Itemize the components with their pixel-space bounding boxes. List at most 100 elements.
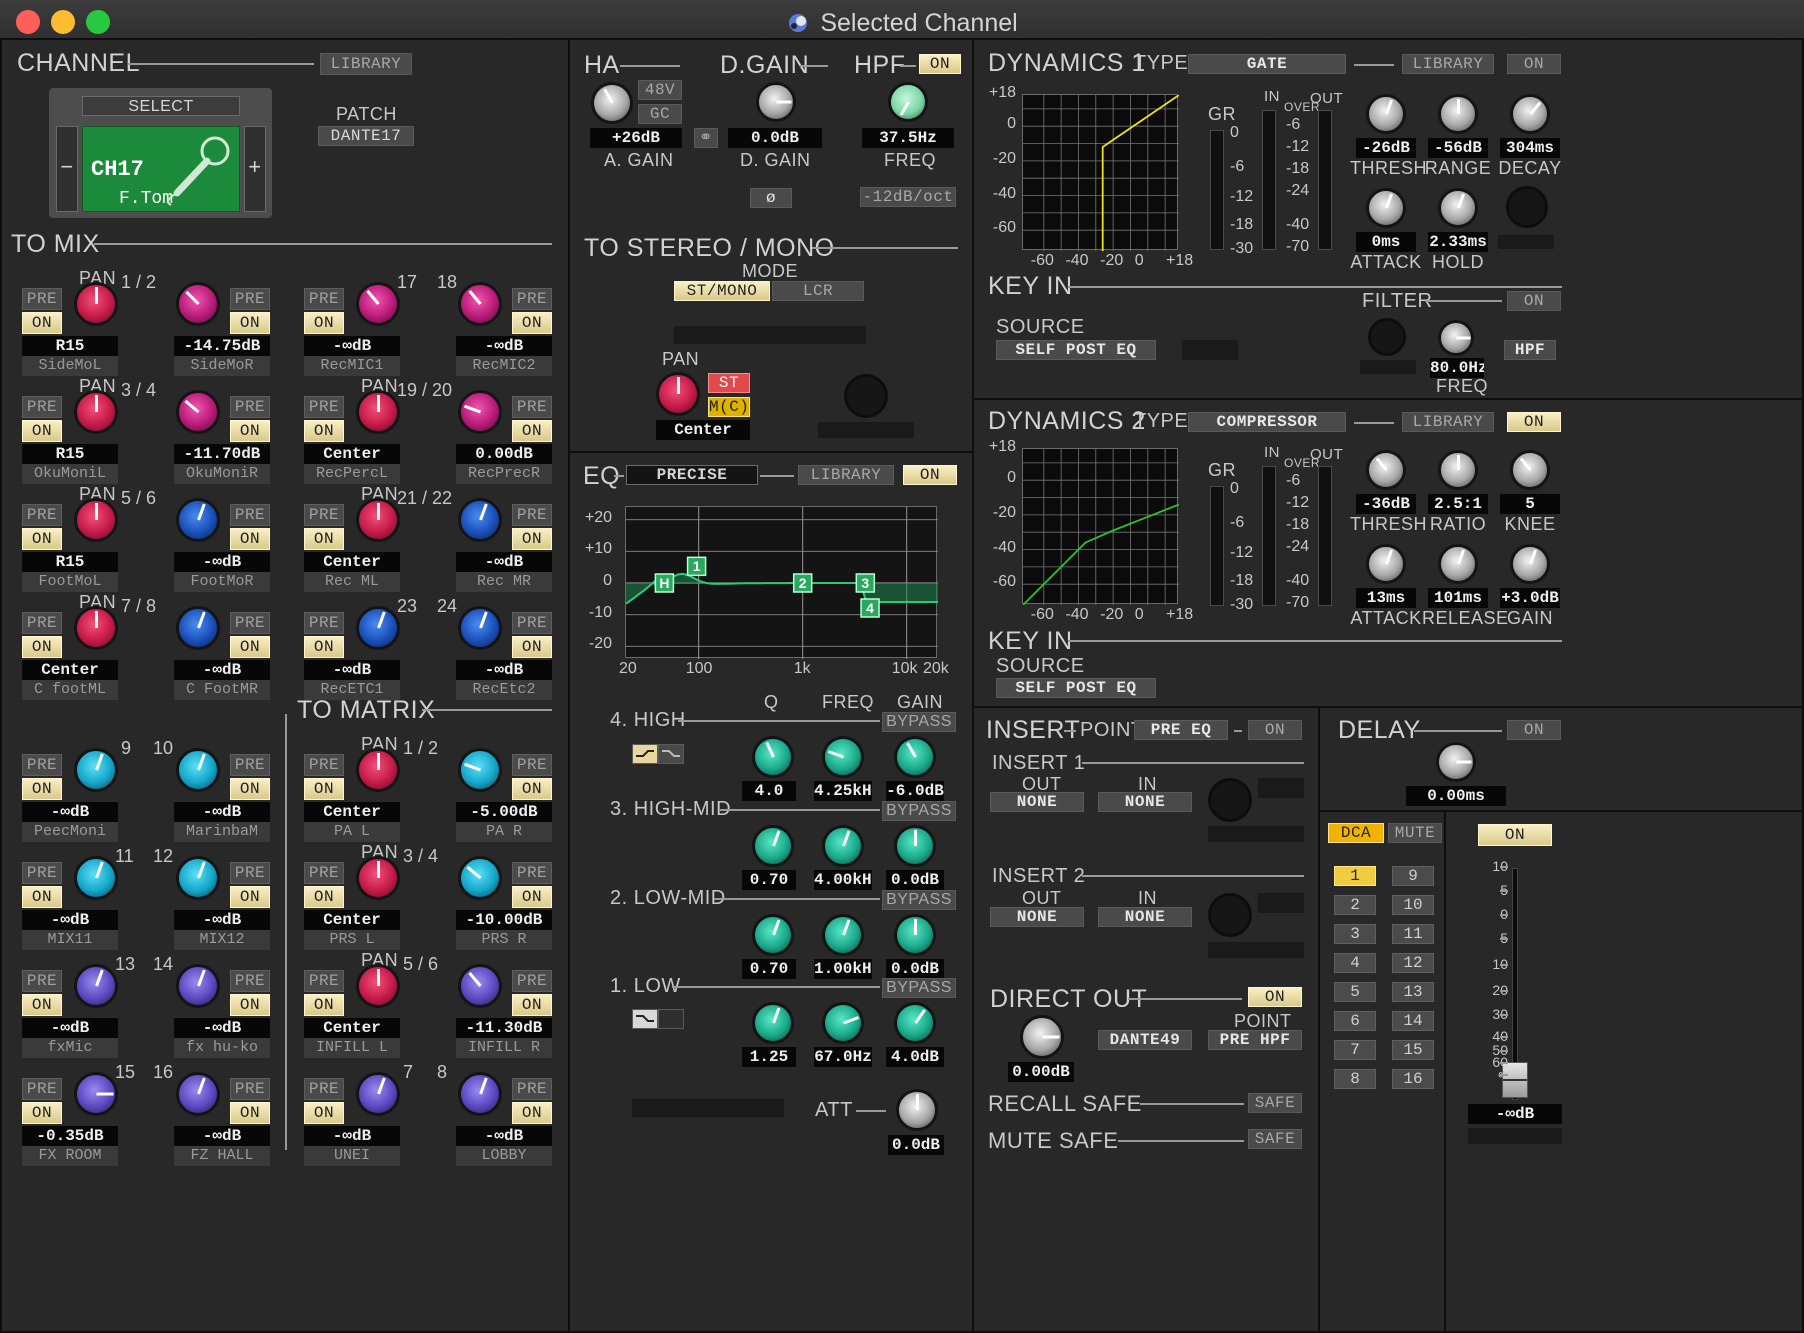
pre-button[interactable]: PRE <box>230 970 270 992</box>
eq-q-knob[interactable] <box>752 914 794 956</box>
gain-compensation-button[interactable]: GC <box>638 104 682 124</box>
pre-button[interactable]: PRE <box>22 396 62 418</box>
phantom-48v-button[interactable]: 48V <box>638 80 682 100</box>
on-button[interactable]: ON <box>22 994 62 1016</box>
pre-button[interactable]: PRE <box>22 288 62 310</box>
on-button[interactable]: ON <box>304 420 344 442</box>
eq-bypass-button[interactable]: BYPASS <box>882 801 956 821</box>
pre-button[interactable]: PRE <box>230 288 270 310</box>
pre-button[interactable]: PRE <box>304 1078 344 1100</box>
on-button[interactable]: ON <box>230 420 270 442</box>
send-level-knob[interactable] <box>176 856 220 900</box>
hpf-slope-button[interactable]: -12dB/oct <box>860 187 956 207</box>
dca-group-button[interactable]: 6 <box>1334 1011 1376 1031</box>
pan-knob[interactable] <box>356 498 400 542</box>
eq-freq-knob[interactable] <box>822 736 864 778</box>
send-level-knob[interactable] <box>458 282 502 326</box>
on-button[interactable]: ON <box>230 994 270 1016</box>
high-shelf-icon[interactable] <box>632 744 658 764</box>
eq-gain-knob[interactable] <box>894 914 936 956</box>
dca-group-button[interactable]: 5 <box>1334 982 1376 1002</box>
delay-knob[interactable] <box>1436 742 1476 782</box>
pre-button[interactable]: PRE <box>22 504 62 526</box>
low-peak-icon[interactable] <box>658 1009 684 1029</box>
fader-on-button[interactable]: ON <box>1478 824 1552 846</box>
send-level-knob[interactable] <box>458 964 502 1008</box>
dca-group-button[interactable]: 12 <box>1392 953 1434 973</box>
eq-band-marker[interactable]: 3 <box>856 574 874 592</box>
send-level-knob[interactable] <box>356 1072 400 1116</box>
on-button[interactable]: ON <box>304 528 344 550</box>
on-button[interactable]: ON <box>230 1102 270 1124</box>
pre-button[interactable]: PRE <box>512 396 552 418</box>
pre-button[interactable]: PRE <box>512 504 552 526</box>
insert2-out-button[interactable]: NONE <box>990 907 1084 927</box>
pre-button[interactable]: PRE <box>304 754 344 776</box>
pre-button[interactable]: PRE <box>22 970 62 992</box>
eq-library-button[interactable]: LIBRARY <box>798 465 894 485</box>
send-level-knob[interactable] <box>74 1072 118 1116</box>
mute-tab[interactable]: MUTE <box>1388 823 1442 843</box>
send-level-knob[interactable] <box>458 498 502 542</box>
link-icon[interactable]: ⚭ <box>694 128 718 148</box>
dyn2-source-button[interactable]: SELF POST EQ <box>996 678 1156 698</box>
on-button[interactable]: ON <box>512 636 552 658</box>
on-button[interactable]: ON <box>22 312 62 334</box>
pan-knob[interactable] <box>356 748 400 792</box>
dyn1-type-button[interactable]: GATE <box>1188 54 1346 74</box>
on-button[interactable]: ON <box>304 886 344 908</box>
eq-bypass-button[interactable]: BYPASS <box>882 978 956 998</box>
dyn2-on-button[interactable]: ON <box>1507 412 1561 432</box>
dca-group-button[interactable]: 2 <box>1334 895 1376 915</box>
pre-button[interactable]: PRE <box>230 754 270 776</box>
phase-icon[interactable]: ø <box>750 188 792 208</box>
channel-library-button[interactable]: LIBRARY <box>320 53 412 75</box>
dca-group-button[interactable]: 15 <box>1392 1040 1434 1060</box>
pre-button[interactable]: PRE <box>230 396 270 418</box>
patch-button[interactable]: DANTE17 <box>318 126 414 146</box>
direct-out-patch-button[interactable]: DANTE49 <box>1098 1030 1192 1050</box>
dyn2-param-knob[interactable] <box>1438 544 1478 584</box>
dca-group-button[interactable]: 4 <box>1334 953 1376 973</box>
on-button[interactable]: ON <box>230 312 270 334</box>
eq-band-marker[interactable]: 4 <box>861 599 879 617</box>
dyn1-param-knob[interactable] <box>1366 94 1406 134</box>
pre-button[interactable]: PRE <box>512 970 552 992</box>
eq-band-marker[interactable]: 2 <box>794 574 812 592</box>
eq-bypass-button[interactable]: BYPASS <box>882 890 956 910</box>
eq-gain-knob[interactable] <box>894 1002 936 1044</box>
on-button[interactable]: ON <box>304 778 344 800</box>
pre-button[interactable]: PRE <box>22 862 62 884</box>
dyn2-param-knob[interactable] <box>1438 450 1478 490</box>
on-button[interactable]: ON <box>22 886 62 908</box>
direct-out-level-knob[interactable] <box>1020 1015 1064 1059</box>
eq-band-marker[interactable]: H <box>655 574 673 592</box>
insert-on-button[interactable]: ON <box>1248 720 1302 740</box>
pan-knob[interactable] <box>356 390 400 434</box>
eq-bypass-button[interactable]: BYPASS <box>882 712 956 732</box>
eq-type-button[interactable]: PRECISE <box>626 465 758 485</box>
send-level-knob[interactable] <box>176 964 220 1008</box>
dyn1-on-button[interactable]: ON <box>1507 54 1561 74</box>
eq-gain-knob[interactable] <box>894 736 936 778</box>
send-level-knob[interactable] <box>74 964 118 1008</box>
dyn1-param-knob[interactable] <box>1510 94 1550 134</box>
on-button[interactable]: ON <box>22 636 62 658</box>
on-button[interactable]: ON <box>304 312 344 334</box>
recall-safe-button[interactable]: SAFE <box>1248 1093 1302 1113</box>
on-button[interactable]: ON <box>304 1102 344 1124</box>
low-shelf-icon[interactable] <box>632 1009 658 1029</box>
pan-knob[interactable] <box>356 856 400 900</box>
mode-lcr-button[interactable]: LCR <box>772 281 864 301</box>
send-level-knob[interactable] <box>356 606 400 650</box>
dca-group-button[interactable]: 9 <box>1392 866 1434 886</box>
att-knob[interactable] <box>896 1089 938 1131</box>
pan-knob[interactable] <box>74 282 118 326</box>
dyn1-library-button[interactable]: LIBRARY <box>1402 54 1494 74</box>
dyn2-param-knob[interactable] <box>1510 544 1550 584</box>
insert1-out-button[interactable]: NONE <box>990 792 1084 812</box>
dyn2-param-knob[interactable] <box>1366 450 1406 490</box>
pre-button[interactable]: PRE <box>304 288 344 310</box>
on-button[interactable]: ON <box>230 636 270 658</box>
pan-knob[interactable] <box>74 390 118 434</box>
